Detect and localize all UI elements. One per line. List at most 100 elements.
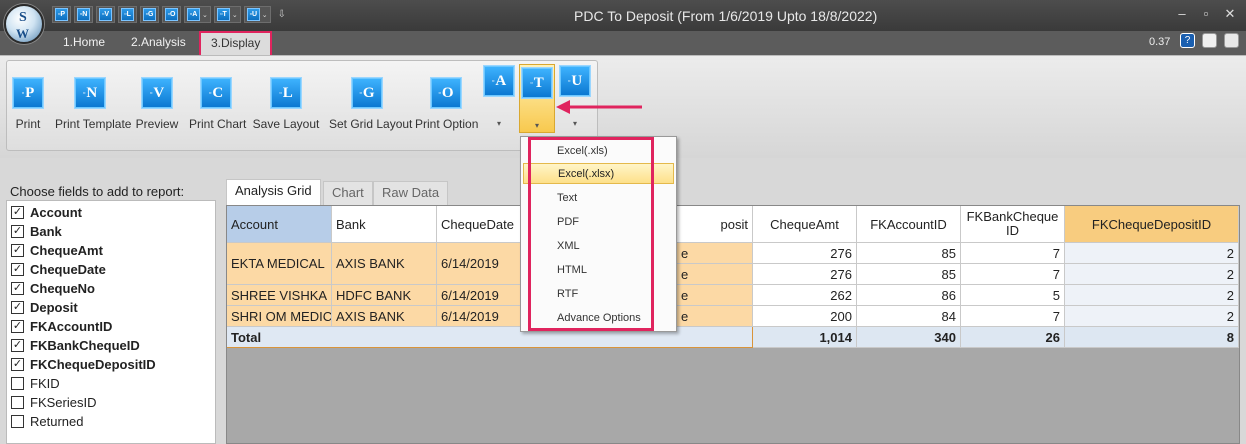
checkbox-checked-icon[interactable]: ✓ (11, 338, 24, 352)
checkbox-checked-icon[interactable]: ✓ (11, 319, 24, 333)
close-icon[interactable]: ✕ (1220, 6, 1240, 22)
chevron-down-icon[interactable]: ▾ (520, 121, 554, 130)
fkbankchequeid-cell[interactable]: 7 (961, 243, 1065, 264)
tab-analysis[interactable]: 2.Analysis (131, 35, 186, 49)
menu-item-xml[interactable]: XML (523, 235, 674, 256)
chequeamt-cell[interactable]: 262 (753, 285, 857, 306)
checkbox-unchecked-icon[interactable] (11, 395, 24, 409)
chevron-down-icon[interactable]: ▾ (559, 119, 591, 128)
qat-save-layout-button[interactable]: ▫ L (118, 6, 137, 23)
qat-t-split-button[interactable]: ▫ T ⌄ (213, 6, 241, 23)
qat-print-template-button[interactable]: ▫ N (74, 6, 93, 23)
qat-grid-layout-button[interactable]: ▫ G (140, 6, 159, 23)
qat-print-button[interactable]: ▫ P (52, 6, 71, 23)
menu-item-advance-options[interactable]: Advance Options (523, 307, 674, 328)
chequeamt-cell[interactable]: 200 (753, 306, 857, 327)
customize-qat-icon[interactable]: ⇩ (278, 9, 286, 20)
fkchequedepositid-cell[interactable]: 2 (1065, 306, 1239, 327)
field-item[interactable]: ✓ Account (11, 203, 82, 221)
fkaccountid-cell[interactable]: 86 (857, 285, 961, 306)
tab-raw-data[interactable]: Raw Data (373, 181, 449, 205)
bank-cell[interactable]: HDFC BANK (332, 285, 437, 306)
help-icon[interactable]: ? (1180, 33, 1195, 48)
fkchequedepositid-cell[interactable]: 2 (1065, 243, 1239, 264)
column-header-bank[interactable]: Bank (332, 206, 437, 243)
tab-home[interactable]: 1.Home (63, 35, 105, 49)
checkbox-checked-icon[interactable]: ✓ (11, 262, 24, 276)
column-header-fkbankchequeid[interactable]: FKBankCheque ID (961, 206, 1065, 243)
preview-button[interactable]: ▫ V Preview (135, 77, 179, 131)
qat-u-split-button[interactable]: ▫ U ⌄ (243, 6, 271, 23)
print-button[interactable]: ▫ P Print (11, 77, 45, 131)
menu-item-excel-xlsx[interactable]: Excel(.xlsx) (523, 163, 674, 184)
chevron-down-icon[interactable]: ▾ (483, 119, 515, 128)
checkbox-checked-icon[interactable]: ✓ (11, 281, 24, 295)
checkbox-checked-icon[interactable]: ✓ (11, 357, 24, 371)
field-item[interactable]: ✓ ChequeAmt (11, 241, 103, 259)
field-item[interactable]: ✓ Deposit (11, 298, 78, 316)
menu-item-rtf[interactable]: RTF (523, 283, 674, 304)
fkbankchequeid-cell[interactable]: 7 (961, 264, 1065, 285)
account-cell[interactable]: EKTA MEDICAL (227, 243, 332, 285)
settings-icon[interactable] (1224, 33, 1239, 48)
document-icon[interactable] (1202, 33, 1217, 48)
menu-item-text[interactable]: Text (523, 187, 674, 208)
deposit-cell[interactable]: e (667, 243, 753, 264)
chequeamt-cell[interactable]: 276 (753, 243, 857, 264)
column-header-fkchequedepositid[interactable]: FKChequeDepositID (1065, 206, 1239, 243)
field-item[interactable]: ✓ ChequeDate (11, 260, 106, 278)
print-chart-button[interactable]: ▫ C Print Chart (189, 77, 246, 131)
menu-item-pdf[interactable]: PDF (523, 211, 674, 232)
menu-item-html[interactable]: HTML (523, 259, 674, 280)
tab-display[interactable]: 3.Display (199, 31, 273, 55)
column-header-chequeamt[interactable]: ChequeAmt (753, 206, 857, 243)
deposit-cell[interactable]: e (667, 285, 753, 306)
fkaccountid-cell[interactable]: 85 (857, 243, 961, 264)
fkaccountid-cell[interactable]: 84 (857, 306, 961, 327)
tab-chart[interactable]: Chart (323, 181, 373, 205)
minimize-icon[interactable]: – (1172, 6, 1192, 21)
field-item[interactable]: ✓ FKBankChequeID (11, 336, 140, 354)
bank-cell[interactable]: AXIS BANK (332, 306, 437, 327)
maximize-icon[interactable]: ▫ (1196, 6, 1216, 21)
set-grid-layout-button[interactable]: ▫ G Set Grid Layout (329, 77, 412, 131)
field-item[interactable]: FKID (11, 374, 60, 392)
field-item[interactable]: Returned (11, 412, 83, 430)
application-orb-button[interactable]: S W (4, 4, 44, 44)
account-cell[interactable]: SHREE VISHKA (227, 285, 332, 306)
fkchequedepositid-cell[interactable]: 2 (1065, 264, 1239, 285)
field-item[interactable]: ✓ ChequeNo (11, 279, 95, 297)
checkbox-checked-icon[interactable]: ✓ (11, 300, 24, 314)
column-header-fkaccountid[interactable]: FKAccountID (857, 206, 961, 243)
chequeamt-cell[interactable]: 276 (753, 264, 857, 285)
column-header-account[interactable]: Account (227, 206, 332, 243)
fkaccountid-cell[interactable]: 85 (857, 264, 961, 285)
field-item[interactable]: FKSeriesID (11, 393, 96, 411)
fkchequedepositid-cell[interactable]: 2 (1065, 285, 1239, 306)
deposit-cell[interactable]: e (667, 264, 753, 285)
fkbankchequeid-cell[interactable]: 7 (961, 306, 1065, 327)
checkbox-unchecked-icon[interactable] (11, 414, 24, 428)
checkbox-checked-icon[interactable]: ✓ (11, 224, 24, 238)
save-layout-button[interactable]: ▫ L Save Layout (252, 77, 320, 131)
qat-print-option-button[interactable]: ▫ O (162, 6, 181, 23)
deposit-cell[interactable]: e (667, 306, 753, 327)
column-header-deposit[interactable]: posit (667, 206, 753, 243)
print-option-button[interactable]: ▫ O Print Option (415, 77, 478, 131)
account-cell[interactable]: SHRI OM MEDIC (227, 306, 332, 327)
checkbox-unchecked-icon[interactable] (11, 376, 24, 390)
print-template-button[interactable]: ▫ N Print Template (55, 77, 131, 131)
qat-preview-button[interactable]: ▫ V (96, 6, 115, 23)
bank-cell[interactable]: AXIS BANK (332, 243, 437, 285)
split-button-t[interactable]: ▫ T ▾ (519, 64, 555, 133)
field-item[interactable]: ✓ FKChequeDepositID (11, 355, 156, 373)
split-button-a[interactable]: ▫ A ▾ (483, 65, 515, 128)
field-item[interactable]: ✓ FKAccountID (11, 317, 112, 335)
qat-a-split-button[interactable]: ▫ A ⌄ (184, 6, 211, 23)
field-item[interactable]: ✓ Bank (11, 222, 62, 240)
menu-item-excel-xls[interactable]: Excel(.xls) (523, 140, 674, 161)
checkbox-checked-icon[interactable]: ✓ (11, 243, 24, 257)
fkbankchequeid-cell[interactable]: 5 (961, 285, 1065, 306)
tab-analysis-grid[interactable]: Analysis Grid (226, 179, 321, 205)
checkbox-checked-icon[interactable]: ✓ (11, 205, 24, 219)
